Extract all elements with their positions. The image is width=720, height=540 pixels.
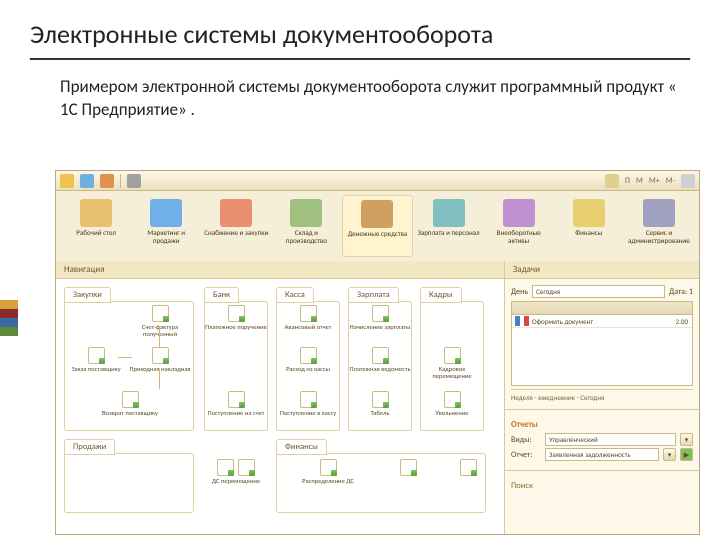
proc-postuplenie-rs[interactable]: Поступление на счет <box>204 391 268 417</box>
tab-marketing[interactable]: Маркетинг и продажи <box>132 195 200 257</box>
accent-bars <box>0 300 18 336</box>
proc-postuplenie-kassu[interactable]: Поступление в кассу <box>276 391 340 417</box>
app-toolbar: П М М+ М- <box>56 171 699 191</box>
tabbar: Рабочий стол Маркетинг и продажи Снабжен… <box>56 191 699 261</box>
date-range: Дата: 1 <box>669 287 693 297</box>
tb-label-1[interactable]: П <box>625 176 630 186</box>
date-field[interactable]: Сегодня <box>532 285 665 298</box>
section-kadry: Кадры <box>420 287 462 303</box>
proc-raspredelenie[interactable]: Распределение ДС <box>296 459 360 485</box>
slide: Электронные системы документооборота При… <box>0 0 720 540</box>
section-bank: Банк <box>204 287 239 303</box>
report-label: Отчет: <box>511 450 541 460</box>
proc-tabel[interactable]: Табель <box>348 391 412 417</box>
nav-icon[interactable] <box>80 174 94 188</box>
tab-assets[interactable]: Внеоборотные активы <box>485 195 553 257</box>
proc-schet-faktura[interactable]: Счет-фактура полученный <box>128 305 192 338</box>
proc-platezhnoe[interactable]: Платежное поручение <box>204 305 268 331</box>
title-underline <box>30 58 690 60</box>
section-kassa: Касса <box>276 287 314 303</box>
proc-zakaz-post[interactable]: Заказ поставщику <box>64 347 128 373</box>
tab-warehouse[interactable]: Склад и производство <box>272 195 340 257</box>
tab-money[interactable]: Денежные средства <box>342 195 412 257</box>
section-zakupki: Закупки <box>64 287 111 303</box>
slide-title: Электронные системы документооборота <box>0 0 720 54</box>
min-icon[interactable] <box>681 174 695 188</box>
proc-fin3[interactable] <box>436 459 500 478</box>
proc-prihodnaya[interactable]: Приходная накладная <box>128 347 192 373</box>
report-field[interactable]: Заявленная задолженность <box>545 448 659 461</box>
run-icon[interactable]: ▶ <box>680 448 693 461</box>
section-zarplata: Зарплата <box>348 287 399 303</box>
nav-header: Навигация <box>56 261 504 279</box>
section-finansy: Финансы <box>276 439 327 455</box>
help-icon[interactable] <box>605 174 619 188</box>
tab-salary[interactable]: Зарплата и персонал <box>415 195 483 257</box>
proc-plat-ved[interactable]: Платежная ведомость <box>348 347 412 373</box>
tb-label-3[interactable]: М+ <box>649 176 660 186</box>
events-label: Неделя - ежедневник - Сегодня <box>511 393 693 402</box>
dropdown-icon[interactable]: ▾ <box>680 433 693 446</box>
table-row[interactable]: Оформить документ 2.00 <box>512 315 692 328</box>
proc-rashod[interactable]: Расход из кассы <box>276 347 340 373</box>
star-icon[interactable] <box>100 174 114 188</box>
vid-label: Виды: <box>511 435 541 445</box>
home-icon[interactable] <box>60 174 74 188</box>
tab-desktop[interactable]: Рабочий стол <box>62 195 130 257</box>
main-canvas: Навигация Закупки Банк Касса Зарплата Ка… <box>56 261 504 534</box>
tab-service[interactable]: Сервис и администрирование <box>625 195 693 257</box>
tab-supply[interactable]: Снабжение и закупки <box>202 195 270 257</box>
tb-label-4[interactable]: М- <box>666 176 675 186</box>
reports-header: Отчеты <box>511 420 693 430</box>
proc-ds-peremeshch[interactable]: ДС перемещение <box>204 459 268 485</box>
proc-vozvrat[interactable]: Возврат поставщику <box>98 391 162 417</box>
tab-finance[interactable]: Финансы <box>555 195 623 257</box>
vid-field[interactable]: Управленческий <box>545 433 676 446</box>
section-prodazhi: Продажи <box>64 439 115 455</box>
proc-nachislenie[interactable]: Начисление зарплаты <box>348 305 412 331</box>
print-icon[interactable] <box>127 174 141 188</box>
tasks-header: Задачи <box>505 261 699 279</box>
workspace: Навигация Закупки Банк Касса Зарплата Ка… <box>56 261 699 534</box>
tasks-table[interactable]: Оформить документ 2.00 <box>511 301 693 386</box>
dropdown-icon[interactable]: ▾ <box>663 448 676 461</box>
slide-text: Примером электронной системы документооб… <box>0 68 720 130</box>
proc-uvolnenie[interactable]: Увольнение <box>420 391 484 417</box>
proc-avansovyj[interactable]: Авансовый отчет <box>276 305 340 331</box>
flag-icon <box>515 316 529 326</box>
app-window: П М М+ М- Рабочий стол Маркетинг и прода… <box>55 170 700 535</box>
date-label: День <box>511 287 528 297</box>
tb-label-2[interactable]: М <box>636 176 643 186</box>
proc-kadrovoe[interactable]: Кадровое перемещение <box>420 347 484 380</box>
search-header: Поиск <box>511 481 693 491</box>
proc-fin2[interactable] <box>376 459 440 478</box>
side-panel: Задачи День Сегодня Дата: 1 Оформить док… <box>504 261 699 534</box>
